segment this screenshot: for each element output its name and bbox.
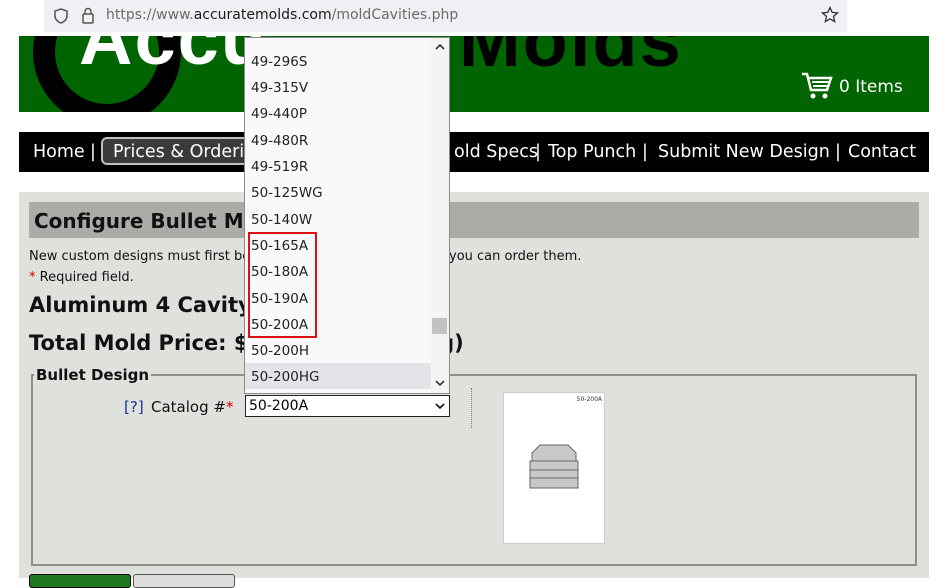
dropdown-option[interactable]: 50-125WG xyxy=(251,185,323,201)
nav-separator: | xyxy=(642,142,648,162)
divider xyxy=(471,388,472,428)
url-text[interactable]: https://www.accuratemolds.com/moldCaviti… xyxy=(106,7,458,23)
logo-text-dark: Molds xyxy=(459,36,683,82)
dropdown-option[interactable]: 49-480R xyxy=(251,133,308,149)
add-to-cart-button[interactable] xyxy=(29,574,131,588)
configure-panel: Configure Bullet Mo New custom designs m… xyxy=(19,192,929,588)
shield-icon[interactable] xyxy=(54,8,68,24)
nav-separator: | xyxy=(535,142,541,162)
nav-contact[interactable]: Contact xyxy=(848,142,916,162)
nav-submit-new-design[interactable]: Submit New Design xyxy=(658,142,830,162)
chevron-down-icon[interactable] xyxy=(434,378,446,388)
cart-icon[interactable] xyxy=(801,72,833,100)
preview-label: 50-200A xyxy=(576,396,602,403)
heading-bar: Configure Bullet Mo xyxy=(29,202,919,238)
dropdown-scrollbar[interactable] xyxy=(431,38,449,393)
mold-type-heading: Aluminum 4 Cavity xyxy=(29,293,252,317)
dropdown-option[interactable]: 50-200H xyxy=(251,343,309,359)
design-note: New custom designs must first be xyxy=(29,249,251,264)
catalog-help-link[interactable]: [?] xyxy=(124,398,144,416)
catalog-select[interactable]: 50-200A xyxy=(245,395,450,417)
chevron-down-icon xyxy=(435,403,445,410)
secondary-button[interactable] xyxy=(133,574,235,588)
catalog-label: Catalog #* xyxy=(151,398,234,416)
chevron-up-icon[interactable] xyxy=(434,42,446,52)
dropdown-option[interactable]: 50-140W xyxy=(251,212,312,228)
cart-count[interactable]: 0 Items xyxy=(839,77,903,97)
address-bar[interactable]: https://www.accuratemolds.com/moldCaviti… xyxy=(44,0,847,32)
annotation-highlight-box xyxy=(248,232,317,338)
scrollbar-thumb[interactable] xyxy=(432,318,447,334)
bullet-drawing xyxy=(529,444,579,489)
catalog-selected-value: 50-200A xyxy=(249,398,309,414)
nav-top-punch[interactable]: Top Punch xyxy=(548,142,636,162)
nav-home[interactable]: Home xyxy=(33,142,85,162)
dropdown-option[interactable]: 49-296S xyxy=(251,54,307,70)
dropdown-option[interactable]: 49-519R xyxy=(251,159,308,175)
design-note-end: you can order them. xyxy=(449,249,582,264)
nav-mold-specs[interactable]: old Specs xyxy=(454,142,538,162)
dropdown-option[interactable]: 49-315V xyxy=(251,80,308,96)
catalog-dropdown-list[interactable]: 49-296S 49-315V 49-440P 49-480R 49-519R … xyxy=(244,37,450,394)
total-price-heading: Total Mold Price: $1 xyxy=(29,331,264,355)
lock-icon[interactable] xyxy=(82,7,94,24)
bullet-preview-image: 50-200A xyxy=(503,392,605,544)
bullet-design-legend: Bullet Design xyxy=(34,366,152,384)
bookmark-star-icon[interactable] xyxy=(821,6,839,24)
page-title: Configure Bullet Mo xyxy=(34,209,258,233)
logo-text[interactable]: Accu xyxy=(79,36,268,81)
nav-separator: | xyxy=(90,142,96,162)
main-nav: Home | Prices & Orderin old Specs | Top … xyxy=(19,132,929,172)
dropdown-option-highlighted[interactable]: 50-200HG xyxy=(251,369,319,385)
nav-separator: | xyxy=(835,142,841,162)
site-header: Accu Molds 0 Items xyxy=(19,36,929,112)
required-field-note: * Required field. xyxy=(29,270,134,285)
dropdown-option[interactable]: 49-440P xyxy=(251,106,307,122)
nav-prices-ordering[interactable]: Prices & Orderin xyxy=(113,142,255,162)
